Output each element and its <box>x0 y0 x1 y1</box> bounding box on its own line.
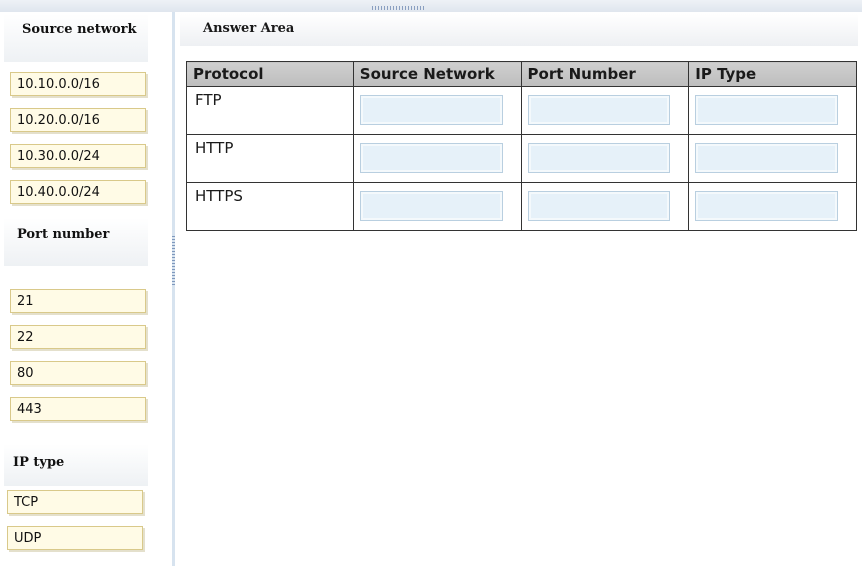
source-network-drop-target[interactable] <box>359 143 503 173</box>
chip-ip-type-1[interactable]: TCP <box>7 490 143 514</box>
chip-source-network-2[interactable]: 10.20.0.0/16 <box>10 108 146 132</box>
chip-source-network-1[interactable]: 10.10.0.0/16 <box>10 72 146 96</box>
ip-type-cell <box>688 182 857 231</box>
table-row: HTTP <box>186 134 857 183</box>
chip-source-network-4[interactable]: 10.40.0.0/24 <box>10 180 146 204</box>
table-row: HTTPS <box>186 182 857 231</box>
top-bar <box>0 0 862 12</box>
column-header-source-network: Source Network <box>352 61 522 87</box>
protocol-cell: HTTPS <box>186 182 354 231</box>
chip-port-3[interactable]: 80 <box>10 361 146 385</box>
port-number-drop-target[interactable] <box>527 95 671 125</box>
answer-table: Protocol Source Network Port Number IP T… <box>186 61 857 231</box>
port-number-cell <box>520 182 690 231</box>
ip-type-drop-target[interactable] <box>695 143 838 173</box>
ip-type-cell <box>688 134 857 183</box>
divider-grip[interactable] <box>172 236 175 286</box>
source-network-header-label: Source network <box>22 22 137 37</box>
ip-type-cell <box>688 86 857 135</box>
resize-grip[interactable] <box>372 6 424 10</box>
column-header-ip-type: IP Type <box>688 61 857 87</box>
ip-type-header-label: IP type <box>13 455 65 470</box>
source-network-cell <box>352 182 522 231</box>
ip-type-header: IP type <box>4 444 148 486</box>
protocol-label: HTTPS <box>195 187 243 205</box>
port-number-cell <box>520 86 690 135</box>
column-header-protocol: Protocol <box>186 61 354 87</box>
chip-port-2[interactable]: 22 <box>10 325 146 349</box>
ip-type-drop-target[interactable] <box>695 191 838 221</box>
table-header-row: Protocol Source Network Port Number IP T… <box>186 61 857 87</box>
source-network-cell <box>352 134 522 183</box>
protocol-cell: HTTP <box>186 134 354 183</box>
source-network-drop-target[interactable] <box>359 191 503 221</box>
panel-divider[interactable] <box>172 12 175 566</box>
port-number-drop-target[interactable] <box>527 191 671 221</box>
chip-port-4[interactable]: 443 <box>10 397 146 421</box>
port-number-header: Port number <box>4 218 148 266</box>
chip-port-1[interactable]: 21 <box>10 289 146 313</box>
port-number-drop-target[interactable] <box>527 143 671 173</box>
port-number-header-label: Port number <box>17 227 110 242</box>
source-network-drop-target[interactable] <box>359 95 503 125</box>
chip-source-network-3[interactable]: 10.30.0.0/24 <box>10 144 146 168</box>
port-number-cell <box>520 134 690 183</box>
source-network-cell <box>352 86 522 135</box>
source-network-header: Source network <box>4 14 148 62</box>
table-row: FTP <box>186 86 857 135</box>
column-header-port-number: Port Number <box>520 61 690 87</box>
chip-ip-type-2[interactable]: UDP <box>7 526 143 550</box>
answer-area-title: Answer Area <box>203 21 295 36</box>
protocol-label: FTP <box>195 91 222 109</box>
protocol-cell: FTP <box>186 86 354 135</box>
ip-type-drop-target[interactable] <box>695 95 838 125</box>
protocol-label: HTTP <box>195 139 234 157</box>
